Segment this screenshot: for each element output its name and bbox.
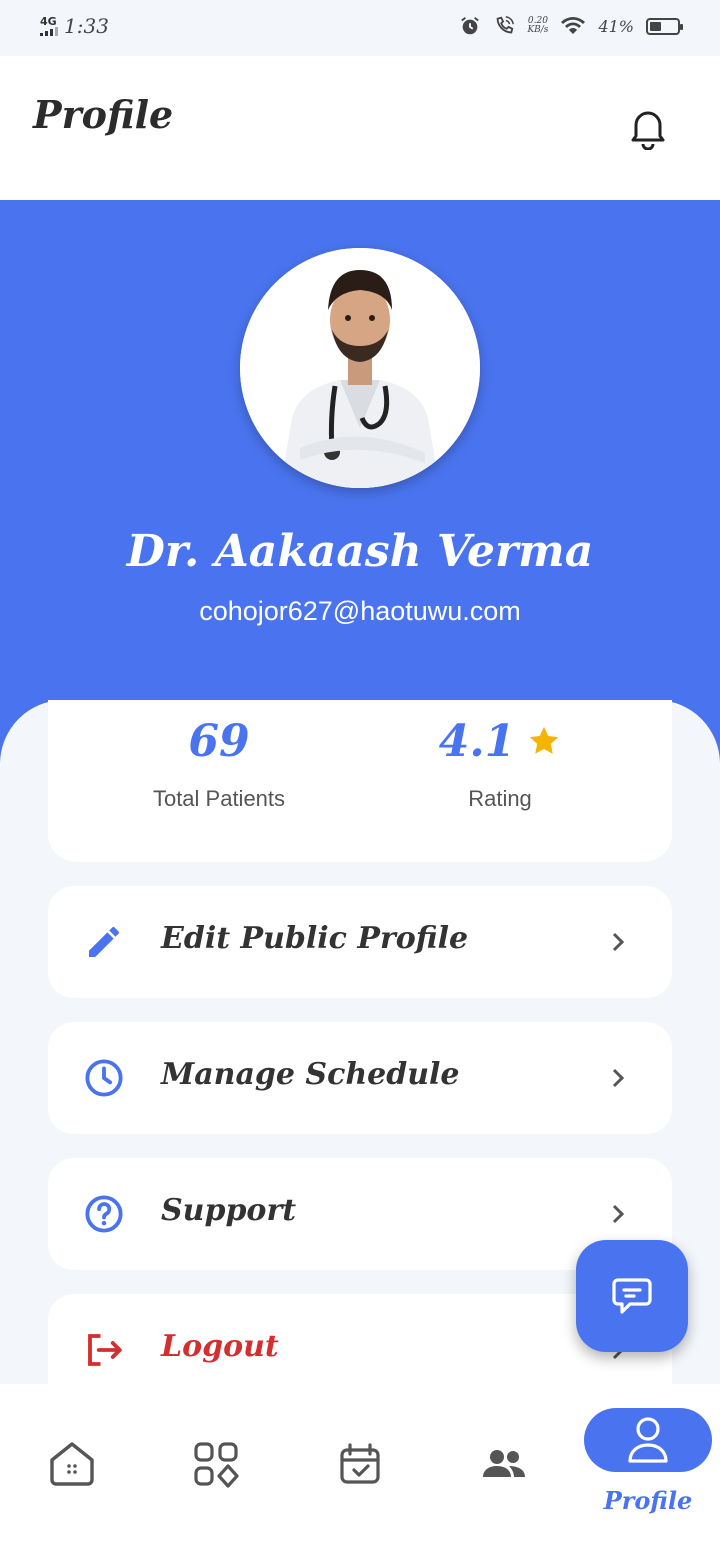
bell-icon — [631, 111, 665, 150]
status-left: 4G 1:33 — [40, 14, 109, 38]
nav-apps[interactable] — [188, 1436, 244, 1492]
battery-level — [650, 21, 661, 31]
battery-percent: 41% — [598, 16, 634, 36]
doctor-photo — [240, 248, 480, 488]
rating-label: Rating — [468, 786, 532, 811]
calendar-check-icon — [340, 1443, 380, 1484]
pencil-icon — [82, 920, 126, 964]
network-type: 4G — [40, 15, 57, 28]
status-time: 1:33 — [64, 14, 109, 38]
app-bar: Profile — [0, 56, 720, 200]
star-icon — [530, 726, 559, 754]
nav-profile-label: Profile — [603, 1486, 693, 1515]
notifications-button[interactable] — [624, 104, 672, 152]
menu-item-edit-profile[interactable]: Edit Public Profile — [48, 886, 672, 998]
menu-item-support[interactable]: Support — [48, 1158, 672, 1270]
nav-appointments[interactable] — [332, 1436, 388, 1492]
patients-label: Total Patients — [152, 786, 286, 811]
chevron-right-icon — [604, 928, 632, 956]
battery-icon — [646, 17, 683, 35]
signal-bars-icon — [40, 27, 58, 36]
alarm-icon — [461, 17, 480, 35]
status-right: 0.20 KB/s 41% — [459, 15, 683, 37]
avatar[interactable] — [240, 248, 480, 488]
menu-label-edit: Edit Public Profile — [161, 921, 469, 956]
chat-button[interactable] — [576, 1240, 688, 1352]
chevron-right-icon — [604, 1200, 632, 1228]
menu-label-logout: Logout — [161, 1329, 279, 1364]
clock-icon — [82, 1056, 126, 1100]
page-title: Profile — [33, 92, 174, 137]
logout-icon — [82, 1328, 126, 1372]
status-bar: 4G 1:33 0.20 KB/s 41% — [0, 0, 720, 56]
nav-home[interactable] — [44, 1436, 100, 1492]
speed-unit: KB/s — [527, 25, 549, 35]
chat-icon — [612, 1278, 652, 1314]
help-circle-icon — [82, 1192, 126, 1236]
menu-label-support: Support — [161, 1193, 297, 1228]
patients-value: 69 — [188, 715, 250, 767]
network-speed: 0.20 KB/s — [527, 17, 548, 35]
menu-item-manage-schedule[interactable]: Manage Schedule — [48, 1022, 672, 1134]
home-icon — [50, 1442, 94, 1486]
apps-grid-icon — [194, 1442, 239, 1488]
nav-patients[interactable] — [476, 1436, 532, 1492]
stat-rating: 4.1 Rating — [350, 714, 650, 812]
doctor-name: Dr. Aakaash Verma — [126, 526, 594, 577]
chevron-right-icon — [604, 1064, 632, 1092]
doctor-email: cohojor627@haotuwu.com — [199, 596, 521, 626]
signal-indicator: 4G — [40, 16, 58, 36]
menu-label-schedule: Manage Schedule — [161, 1057, 460, 1092]
wifi-call-icon — [497, 16, 515, 34]
nav-profile[interactable] — [584, 1408, 712, 1472]
wifi-icon — [561, 17, 586, 34]
bottom-nav: Profile — [0, 1384, 720, 1544]
user-icon — [628, 1417, 668, 1463]
stat-total-patients: 69 Total Patients — [69, 714, 369, 812]
people-icon — [483, 1450, 525, 1477]
stats-card: 69 Total Patients 4.1 Rating — [48, 700, 672, 862]
rating-value: 4.1 — [438, 715, 516, 767]
